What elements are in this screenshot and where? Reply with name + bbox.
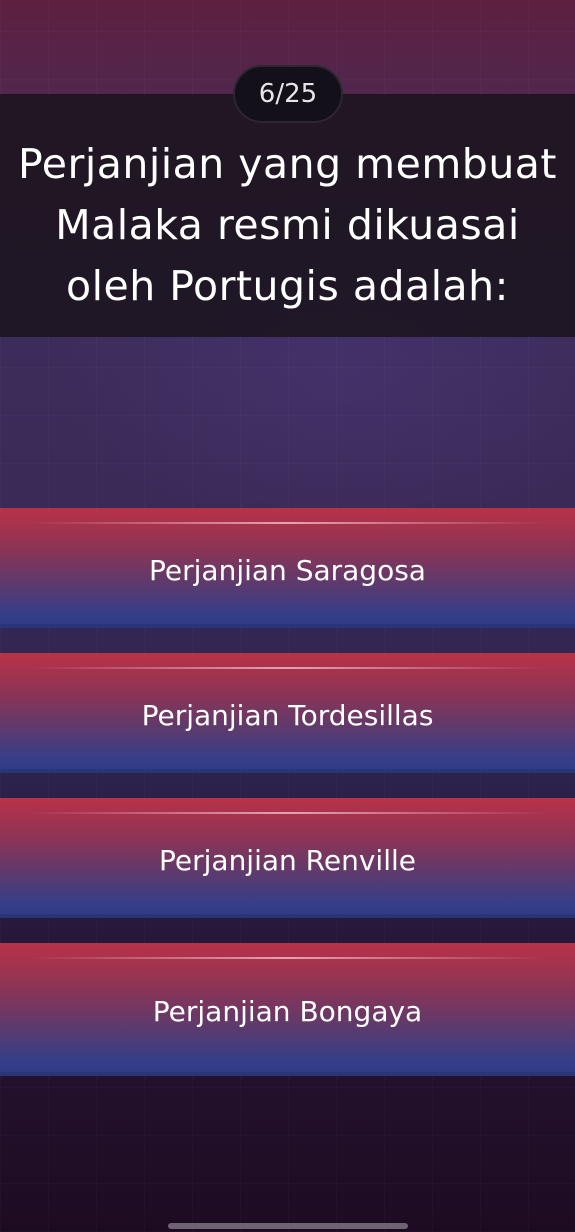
answer-option-4[interactable]: Perjanjian Bongaya [0, 943, 575, 1076]
question-line-2: Malaka resmi dikuasai [55, 201, 520, 249]
question-line-3: oleh Portugis adalah: [66, 262, 509, 310]
question-line-1: Perjanjian yang membuat [17, 140, 557, 188]
question-counter: 6/25 [233, 65, 343, 123]
answer-option-label: Perjanjian Bongaya [152, 995, 423, 1028]
question-counter-label: 6/25 [258, 79, 318, 109]
answer-option-label: Perjanjian Renville [159, 843, 416, 877]
question-text: Perjanjian yang membuat Malaka resmi dik… [0, 134, 575, 317]
answer-option-label: Perjanjian Saragosa [149, 553, 426, 587]
question-panel: Perjanjian yang membuat Malaka resmi dik… [0, 94, 575, 337]
answer-option-2[interactable]: Perjanjian Tordesillas [0, 653, 575, 773]
home-indicator[interactable] [168, 1223, 408, 1229]
answer-option-3[interactable]: Perjanjian Renville [0, 798, 575, 918]
answer-option-label: Perjanjian Tordesillas [141, 698, 434, 732]
answer-option-1[interactable]: Perjanjian Saragosa [0, 508, 575, 628]
